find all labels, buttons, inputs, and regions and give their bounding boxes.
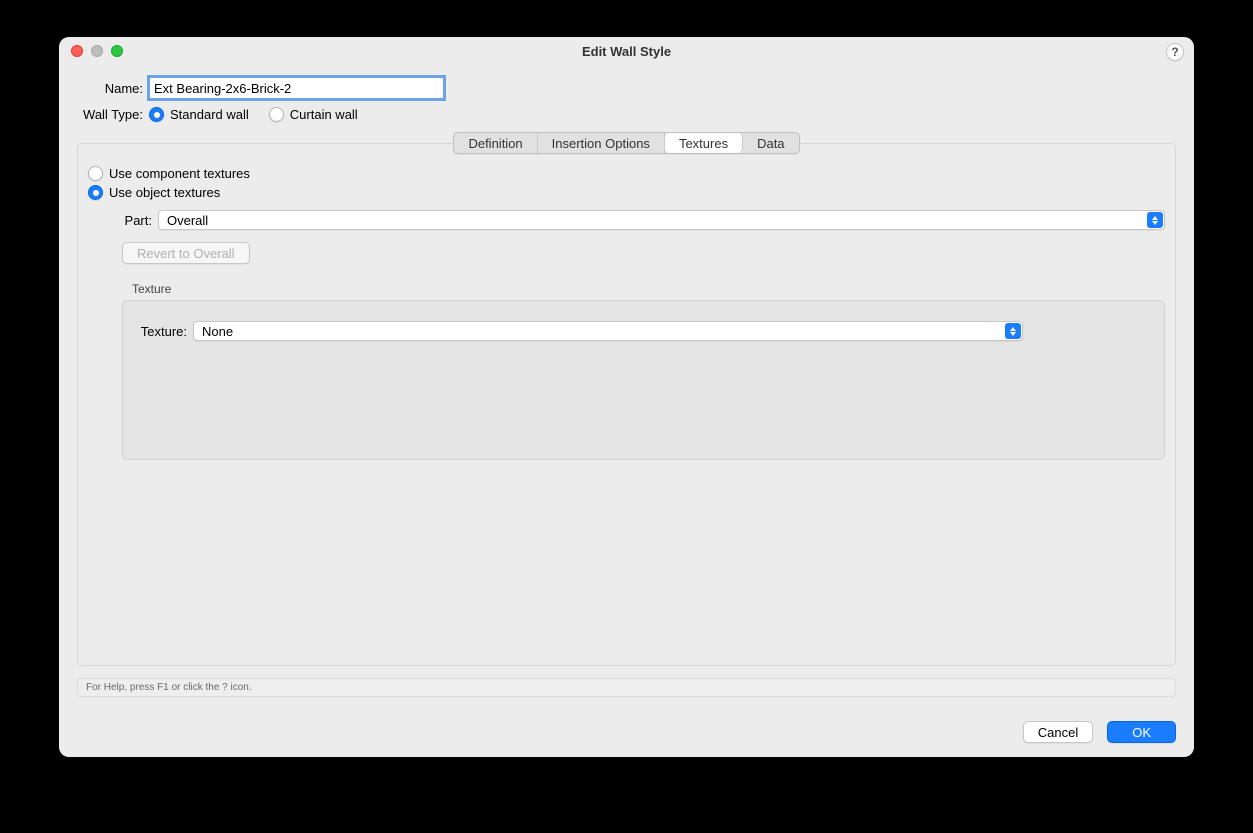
radio-dot-icon	[88, 185, 103, 200]
tab-data[interactable]: Data	[743, 133, 798, 153]
radio-use-object-textures[interactable]: Use object textures	[88, 185, 1165, 200]
name-row: Name:	[77, 77, 1176, 99]
status-bar: For Help, press F1 or click the ? icon.	[77, 678, 1176, 697]
wall-type-label: Wall Type:	[77, 107, 143, 122]
window-controls	[71, 45, 123, 57]
popup-arrows-icon	[1005, 323, 1021, 339]
name-label: Name:	[77, 81, 143, 96]
radio-use-component-textures[interactable]: Use component textures	[88, 166, 1165, 181]
texture-row: Texture: None	[137, 321, 1150, 341]
help-button[interactable]: ?	[1166, 43, 1184, 61]
texture-group-label: Texture	[132, 282, 1165, 296]
radio-standard-label: Standard wall	[170, 107, 249, 122]
radio-component-label: Use component textures	[109, 166, 250, 181]
dialog-footer: Cancel OK	[59, 707, 1194, 757]
cancel-button[interactable]: Cancel	[1023, 721, 1093, 743]
wall-type-radios: Standard wall Curtain wall	[149, 107, 378, 122]
window-title: Edit Wall Style	[582, 44, 671, 59]
dialog-window: Edit Wall Style ? Name: Wall Type: Stand…	[59, 37, 1194, 757]
part-row: Part: Overall	[122, 210, 1165, 230]
object-textures-sub: Part: Overall Revert to Overall Texture …	[122, 204, 1165, 460]
ok-button[interactable]: OK	[1107, 721, 1176, 743]
minimize-icon	[91, 45, 103, 57]
name-input[interactable]	[149, 77, 444, 99]
part-popup[interactable]: Overall	[158, 210, 1165, 230]
radio-curtain-wall[interactable]: Curtain wall	[269, 107, 358, 122]
radio-dot-icon	[269, 107, 284, 122]
radio-dot-icon	[149, 107, 164, 122]
popup-arrows-icon	[1147, 212, 1163, 228]
texture-field-label: Texture:	[137, 324, 187, 339]
tab-segment: Definition Insertion Options Textures Da…	[453, 132, 799, 154]
dialog-content: Name: Wall Type: Standard wall Curtain w…	[59, 65, 1194, 707]
wall-type-row: Wall Type: Standard wall Curtain wall	[77, 107, 1176, 122]
texture-value: None	[202, 324, 233, 339]
radio-object-label: Use object textures	[109, 185, 220, 200]
texture-popup[interactable]: None	[193, 321, 1023, 341]
tab-definition[interactable]: Definition	[454, 133, 537, 153]
radio-dot-icon	[88, 166, 103, 181]
radio-standard-wall[interactable]: Standard wall	[149, 107, 249, 122]
zoom-icon[interactable]	[111, 45, 123, 57]
texture-group: Texture Texture: None	[122, 276, 1165, 460]
close-icon[interactable]	[71, 45, 83, 57]
part-value: Overall	[167, 213, 208, 228]
part-label: Part:	[122, 213, 152, 228]
textures-panel: Use component textures Use object textur…	[77, 143, 1176, 666]
tab-insertion-options[interactable]: Insertion Options	[538, 133, 665, 153]
tab-textures[interactable]: Textures	[665, 133, 743, 153]
texture-group-body: Texture: None	[122, 300, 1165, 460]
revert-to-overall-button: Revert to Overall	[122, 242, 250, 264]
tabbar: Definition Insertion Options Textures Da…	[77, 132, 1176, 154]
radio-curtain-label: Curtain wall	[290, 107, 358, 122]
titlebar: Edit Wall Style ?	[59, 37, 1194, 65]
